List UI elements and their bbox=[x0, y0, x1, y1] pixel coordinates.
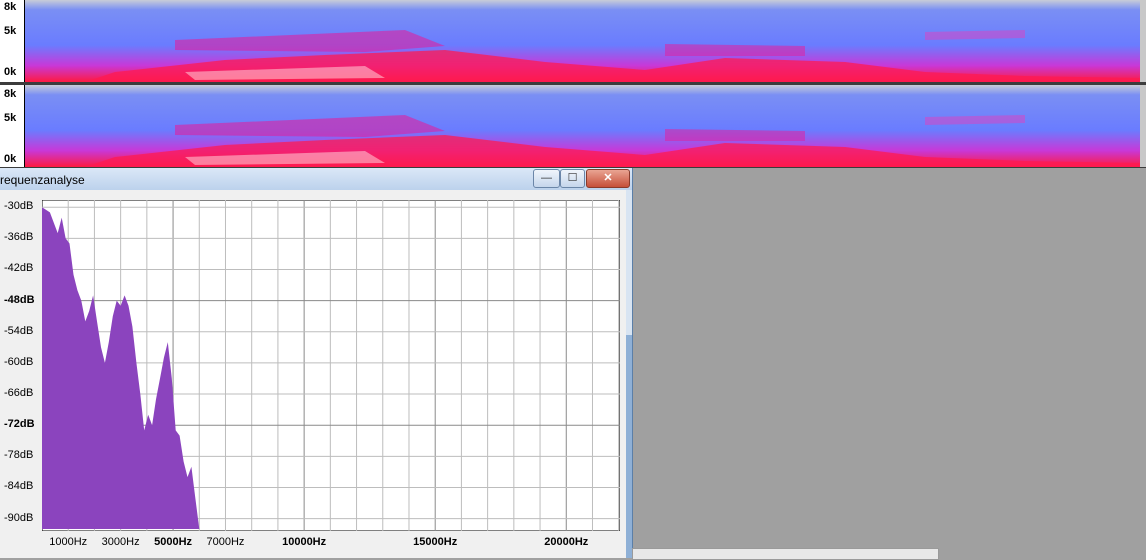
frequency-ruler: 8k 5k 0k bbox=[0, 0, 25, 82]
horizontal-scrollbar[interactable] bbox=[632, 548, 939, 560]
window-titlebar[interactable]: requenzanalyse — ☐ ✕ bbox=[0, 168, 632, 190]
ruler-label: 8k bbox=[4, 88, 17, 100]
window-title: requenzanalyse bbox=[0, 173, 85, 187]
x-tick-label: 15000Hz bbox=[413, 536, 458, 548]
y-tick-label: -72dB bbox=[4, 418, 35, 431]
scrollbar-thumb[interactable] bbox=[626, 335, 632, 558]
x-tick-label: 7000Hz bbox=[206, 536, 245, 548]
frequency-ruler: 8k 5k 0k bbox=[0, 85, 25, 167]
frequency-analysis-window[interactable]: requenzanalyse — ☐ ✕ -30dB -36dB -42dB -48d… bbox=[0, 168, 633, 558]
y-tick-label: -90dB bbox=[4, 511, 34, 524]
vertical-scrollbar[interactable] bbox=[626, 190, 632, 558]
y-tick-label: -60dB bbox=[4, 355, 34, 368]
y-tick-label: -84dB bbox=[4, 480, 34, 493]
minimize-button[interactable]: — bbox=[533, 169, 560, 188]
track-edge bbox=[1140, 0, 1146, 82]
y-tick-label: -78dB bbox=[4, 449, 34, 462]
x-tick-label: 10000Hz bbox=[282, 536, 327, 548]
ruler-label: 5k bbox=[4, 25, 17, 37]
ruler-label: 0k bbox=[4, 153, 17, 165]
x-tick-label: 5000Hz bbox=[154, 536, 193, 548]
y-tick-label: -66dB bbox=[4, 387, 34, 400]
track-edge bbox=[1140, 85, 1146, 167]
maximize-button[interactable]: ☐ bbox=[560, 169, 585, 188]
close-button[interactable]: ✕ bbox=[586, 169, 630, 188]
y-tick-label: -48dB bbox=[4, 293, 35, 306]
spectrum-plot[interactable] bbox=[42, 200, 620, 531]
ruler-label: 8k bbox=[4, 1, 17, 13]
y-tick-label: -42dB bbox=[4, 262, 34, 275]
y-tick-label: -30dB bbox=[4, 200, 34, 213]
spectrogram-track-1[interactable]: 8k 5k 0k bbox=[0, 0, 1146, 82]
y-tick-label: -36dB bbox=[4, 231, 34, 244]
spectrogram bbox=[25, 85, 1140, 167]
ruler-label: 5k bbox=[4, 112, 17, 124]
ruler-label: 0k bbox=[4, 66, 17, 78]
y-tick-label: -54dB bbox=[4, 324, 34, 337]
x-tick-label: 1000Hz bbox=[49, 536, 88, 548]
spectrogram bbox=[25, 0, 1140, 82]
x-tick-label: 3000Hz bbox=[101, 536, 140, 548]
spectrogram-track-2[interactable]: 8k 5k 0k bbox=[0, 85, 1146, 167]
x-tick-label: 20000Hz bbox=[544, 536, 589, 548]
plot-area: -30dB -36dB -42dB -48dB -54dB -60dB -66dB -72dB… bbox=[0, 190, 626, 558]
